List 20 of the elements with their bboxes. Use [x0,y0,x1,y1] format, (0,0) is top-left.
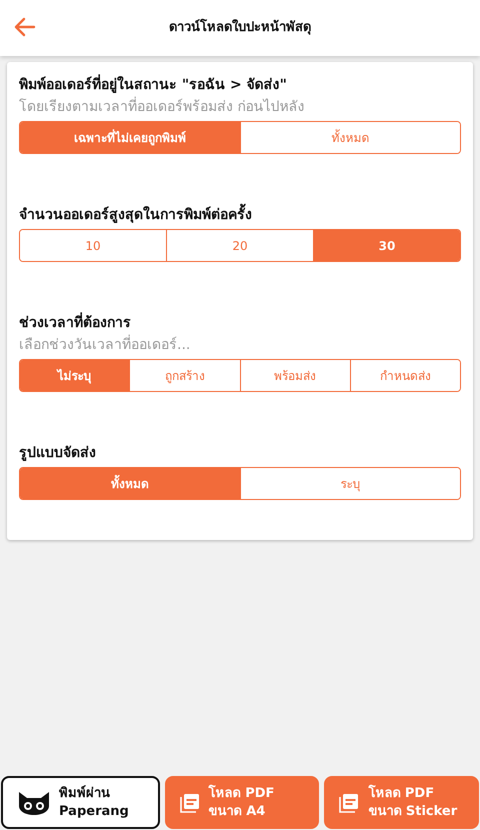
section-hint: โดยเรียงตามเวลาที่ออเดอร์พร้อมส่ง ก่อนไปหลัง [19,96,461,118]
download-button[interactable]: โหลด PDF ขนาด Sticker [324,776,480,829]
option-button[interactable]: เฉพาะที่ไม่เคยถูกพิมพ์ [20,122,240,153]
download-button[interactable]: โหลด PDF ขนาด A4 [164,776,320,829]
cat-icon [17,790,51,816]
option-button[interactable]: ไม่ระบุ [20,360,130,391]
section-title: ช่วงเวลาที่ต้องการ [19,312,461,334]
option-button[interactable]: ทั้งหมด [240,122,460,153]
page-title: ดาวน์โหลดใบปะหน้าพัสดุ [169,18,311,38]
section-hint: เลือกช่วงวันเวลาที่ออเดอร์... [19,334,461,356]
option-button[interactable]: ทั้งหมด [20,468,240,499]
option-button[interactable]: กำหนดส่ง [350,360,460,391]
print-button[interactable]: พิมพ์ผ่าน Paperang [1,776,160,829]
document-icon [178,792,201,814]
option-button[interactable]: 30 [313,230,460,261]
section-title: พิมพ์ออเดอร์ที่อยู่ในสถานะ "รอฉัน > จัดส่ง" [19,74,461,96]
option-button[interactable]: ระบุ [240,468,460,499]
document-icon [338,792,360,814]
section-title: จำนวนออเดอร์สูงสุดในการพิมพ์ต่อครั้ง [19,204,461,226]
section-title: รูปแบบจัดส่ง [19,444,97,463]
